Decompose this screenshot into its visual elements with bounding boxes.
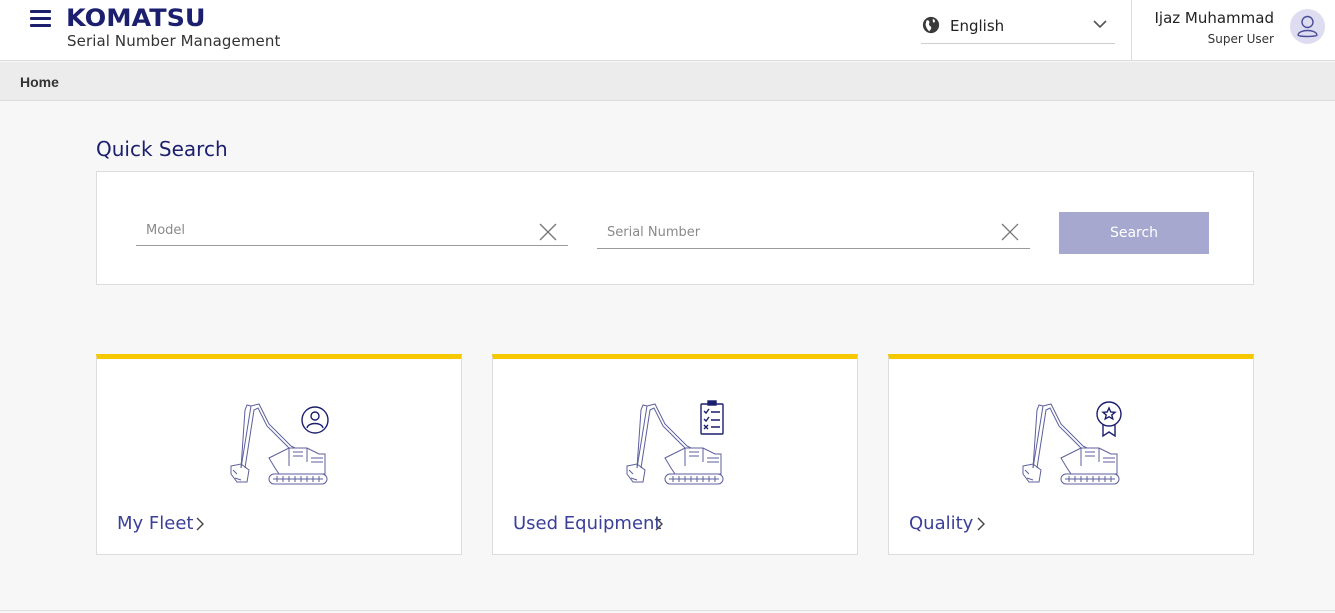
globe-icon: [922, 16, 940, 34]
card-label: Used Equipment: [513, 513, 662, 534]
clear-model-icon[interactable]: [538, 222, 558, 242]
excavator-award-icon: [1022, 401, 1122, 485]
breadcrumb: Home: [0, 62, 1335, 101]
user-name: Ijaz Muhammad: [1154, 9, 1274, 27]
card-my-fleet[interactable]: My Fleet: [96, 354, 462, 555]
serial-number-field: [597, 216, 1030, 249]
user-divider: [1131, 0, 1132, 61]
serial-number-input[interactable]: [597, 216, 1030, 248]
menu-icon[interactable]: [30, 9, 52, 27]
model-input[interactable]: [136, 216, 568, 245]
chevron-down-icon: [1093, 20, 1107, 29]
user-icon: [1297, 15, 1318, 38]
clear-serial-icon[interactable]: [1000, 222, 1020, 242]
user-role: Super User: [1207, 32, 1274, 46]
footer-divider: [0, 610, 1335, 611]
breadcrumb-home[interactable]: Home: [20, 74, 59, 90]
card-label: My Fleet: [117, 513, 194, 534]
brand-logo[interactable]: KOMATSU: [66, 4, 206, 32]
app-subtitle: Serial Number Management: [67, 32, 281, 50]
excavator-user-icon: [230, 403, 329, 485]
chevron-right-icon: [655, 517, 663, 531]
language-label: English: [950, 17, 1005, 35]
card-label: Quality: [909, 513, 974, 534]
model-field: [136, 216, 568, 246]
search-button[interactable]: Search: [1059, 212, 1209, 254]
top-bar: KOMATSU Serial Number Management English…: [0, 0, 1335, 61]
card-quality[interactable]: Quality: [888, 354, 1254, 555]
chevron-right-icon: [977, 517, 985, 531]
chevron-right-icon: [196, 517, 204, 531]
card-used-equipment[interactable]: Used Equipment: [492, 354, 858, 555]
quick-search-panel: Search: [96, 171, 1254, 285]
language-select[interactable]: English: [921, 10, 1115, 44]
excavator-checklist-icon: [626, 400, 724, 485]
avatar[interactable]: [1290, 9, 1325, 44]
quick-search-title: Quick Search: [96, 137, 228, 161]
